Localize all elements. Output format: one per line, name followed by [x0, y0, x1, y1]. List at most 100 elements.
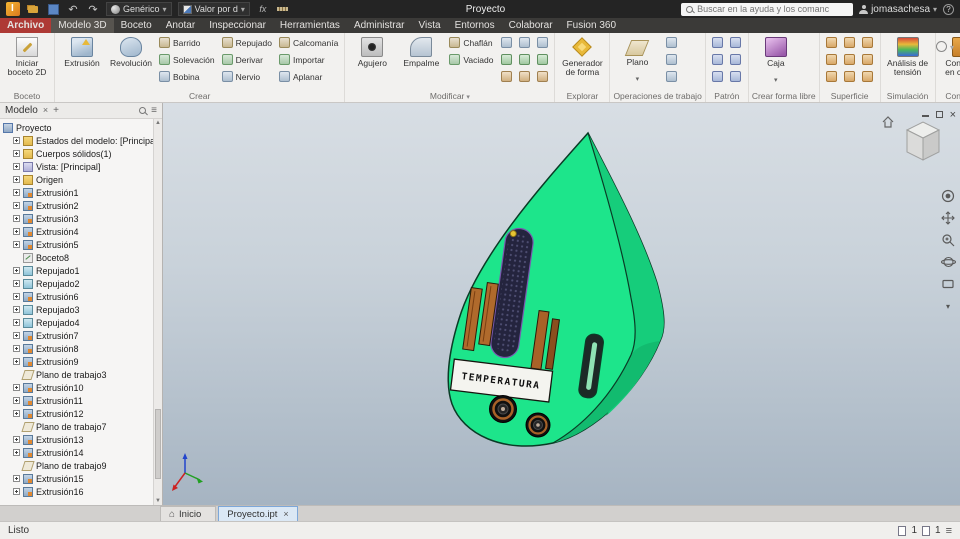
- ribbon-small-button[interactable]: Barrido: [156, 34, 218, 51]
- orbit-icon[interactable]: [940, 255, 956, 269]
- expand-icon[interactable]: [13, 384, 20, 391]
- ribbon-small-button[interactable]: Aplanar: [276, 68, 341, 85]
- redo-icon[interactable]: [86, 2, 100, 16]
- surface-tool-button[interactable]: [859, 51, 877, 68]
- tree-item[interactable]: Boceto8: [0, 251, 153, 264]
- inventor-logo[interactable]: [6, 2, 20, 16]
- extrude-button[interactable]: Extrusión: [58, 34, 106, 68]
- expand-icon[interactable]: [13, 228, 20, 235]
- account-menu[interactable]: jomasachesa: [859, 4, 937, 15]
- ribbon-tab[interactable]: Inspeccionar: [202, 18, 273, 33]
- expand-icon[interactable]: [13, 241, 20, 248]
- expand-icon[interactable]: [13, 189, 20, 196]
- ribbon-small-button[interactable]: Calcomanía: [276, 34, 341, 51]
- pattern-tool-button[interactable]: [727, 51, 745, 68]
- undo-icon[interactable]: [66, 2, 80, 16]
- tree-item[interactable]: Extrusión1: [0, 186, 153, 199]
- tree-item[interactable]: Extrusión9: [0, 355, 153, 368]
- tree-item[interactable]: Extrusión5: [0, 238, 153, 251]
- tree-item[interactable]: Extrusión3: [0, 212, 153, 225]
- menu-icon[interactable]: [151, 105, 157, 116]
- knob-small[interactable]: [525, 412, 551, 438]
- ribbon-small-button[interactable]: Derivar: [219, 51, 275, 68]
- revolve-button[interactable]: Revolución: [107, 34, 155, 68]
- navbar-more-icon[interactable]: [940, 299, 956, 313]
- expand-icon[interactable]: [13, 306, 20, 313]
- surface-tool-button[interactable]: [823, 34, 841, 51]
- modify-tool-button[interactable]: [533, 68, 551, 85]
- expand-icon[interactable]: [13, 436, 20, 443]
- look-at-icon[interactable]: [940, 277, 956, 291]
- scrollbar-thumb[interactable]: [155, 409, 161, 479]
- shape-generator-button[interactable]: Generador de forma: [558, 34, 606, 78]
- tree-item[interactable]: Extrusión4: [0, 225, 153, 238]
- circular-pattern-button[interactable]: [709, 51, 727, 68]
- surface-tool-button[interactable]: [859, 34, 877, 51]
- stress-analysis-button[interactable]: Análisis de tensión: [884, 34, 932, 78]
- expand-icon[interactable]: [13, 358, 20, 365]
- surface-tool-button[interactable]: [859, 68, 877, 85]
- tree-item[interactable]: Extrusión15: [0, 472, 153, 485]
- tree-item[interactable]: Plano de trabajo7: [0, 420, 153, 433]
- parameters-icon[interactable]: [256, 2, 270, 16]
- start-2d-sketch-button[interactable]: Iniciar boceto 2D: [3, 34, 51, 78]
- tree-item[interactable]: Extrusión14: [0, 446, 153, 459]
- modify-tool-button[interactable]: [497, 51, 515, 68]
- document-tab[interactable]: Proyecto.ipt ×: [218, 506, 298, 521]
- ribbon-small-button[interactable]: Vaciado: [446, 51, 496, 68]
- tree-item[interactable]: Extrusión8: [0, 342, 153, 355]
- tree-item[interactable]: Repujado3: [0, 303, 153, 316]
- material-dropdown[interactable]: Genérico: [106, 2, 172, 16]
- scroll-up-icon[interactable]: [154, 119, 162, 127]
- pan-icon[interactable]: [940, 211, 956, 225]
- work-axis-button[interactable]: [662, 34, 680, 51]
- ribbon-small-button[interactable]: Bobina: [156, 68, 218, 85]
- expand-icon[interactable]: [13, 293, 20, 300]
- model-canvas[interactable]: TEMPERATURA: [163, 103, 960, 505]
- ucs-button[interactable]: [662, 68, 680, 85]
- add-panel-icon[interactable]: [53, 105, 59, 116]
- zoom-icon[interactable]: [940, 233, 956, 247]
- modify-tool-button[interactable]: [533, 34, 551, 51]
- group-label-modificar[interactable]: Modificar: [348, 90, 551, 102]
- close-icon[interactable]: [950, 105, 956, 123]
- tree-item[interactable]: Plano de trabajo9: [0, 459, 153, 472]
- surface-tool-button[interactable]: [823, 68, 841, 85]
- viewcube-home-icon[interactable]: [881, 115, 895, 134]
- search-icon[interactable]: [139, 107, 147, 114]
- document-tab[interactable]: Inicio: [160, 506, 217, 521]
- navigation-wheel-icon[interactable]: [940, 189, 956, 203]
- tree-item[interactable]: Extrusión2: [0, 199, 153, 212]
- expand-icon[interactable]: [13, 280, 20, 287]
- pattern-tool-button[interactable]: [727, 68, 745, 85]
- expand-icon[interactable]: [13, 163, 20, 170]
- ribbon-tab[interactable]: Boceto: [114, 18, 159, 33]
- freeform-box-button[interactable]: Caja: [752, 34, 800, 85]
- ribbon-tab[interactable]: Entornos: [448, 18, 502, 33]
- restore-icon[interactable]: [935, 110, 943, 118]
- modify-tool-button[interactable]: [515, 68, 533, 85]
- tree-item[interactable]: Cuerpos sólidos(1): [0, 147, 153, 160]
- tree-item[interactable]: Extrusión13: [0, 433, 153, 446]
- tree-item[interactable]: Extrusión6: [0, 290, 153, 303]
- menu-icon[interactable]: [946, 525, 952, 537]
- expand-icon[interactable]: [13, 215, 20, 222]
- ribbon-small-button[interactable]: Repujado: [219, 34, 275, 51]
- close-icon[interactable]: ×: [283, 509, 288, 519]
- modify-tool-button[interactable]: [515, 34, 533, 51]
- tree-item[interactable]: Repujado1: [0, 264, 153, 277]
- surface-tool-button[interactable]: [841, 68, 859, 85]
- browser-scrollbar[interactable]: [153, 119, 162, 505]
- measure-icon[interactable]: [276, 2, 290, 16]
- work-point-button[interactable]: [662, 51, 680, 68]
- tree-item[interactable]: Origen: [0, 173, 153, 186]
- modify-tool-button[interactable]: [515, 51, 533, 68]
- ribbon-tab[interactable]: Vista: [412, 18, 448, 33]
- expand-icon[interactable]: [13, 176, 20, 183]
- expand-icon[interactable]: [13, 488, 20, 495]
- tree-item[interactable]: Vista: [Principal]: [0, 160, 153, 173]
- ribbon-small-button[interactable]: Nervio: [219, 68, 275, 85]
- expand-icon[interactable]: [13, 150, 20, 157]
- expand-icon[interactable]: [13, 345, 20, 352]
- work-plane-button[interactable]: Plano: [613, 34, 661, 84]
